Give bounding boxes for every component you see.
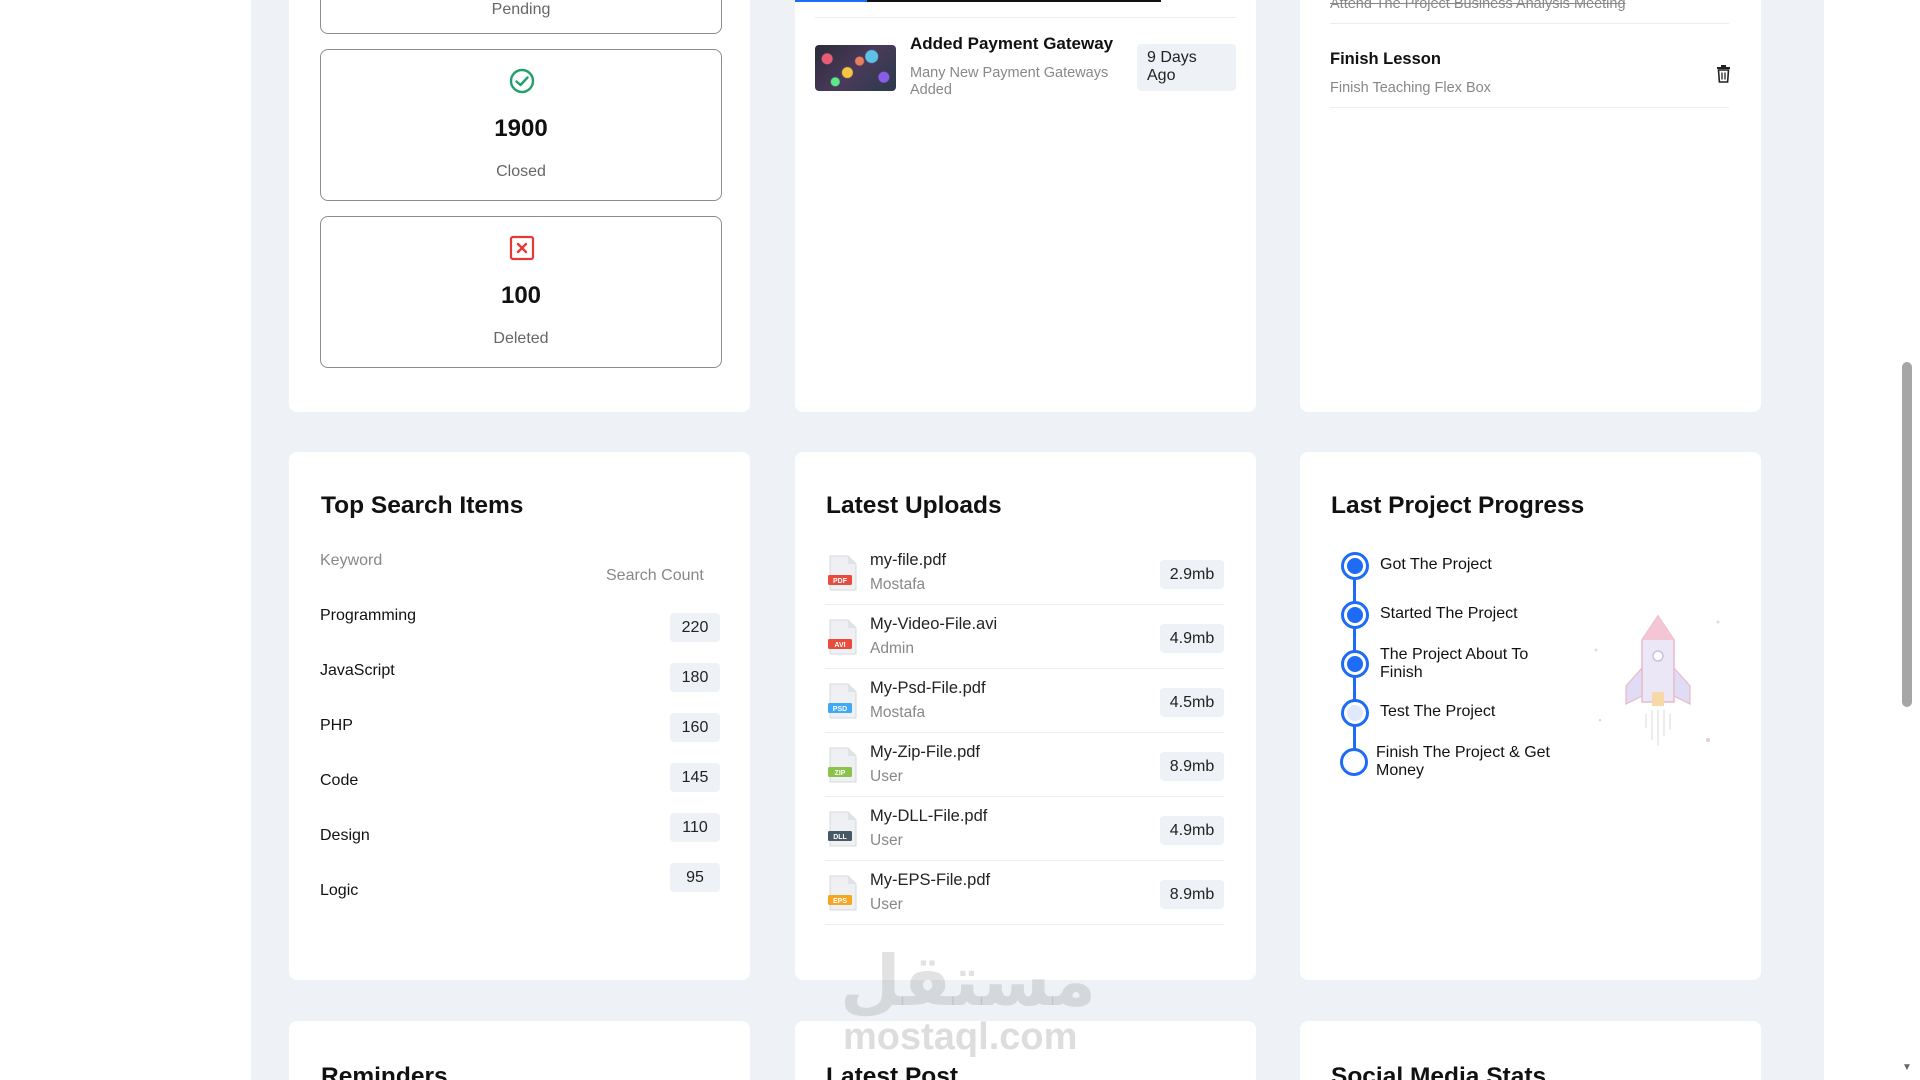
upload-size-badge: 2.9mb <box>1160 560 1224 589</box>
upload-size-badge: 4.5mb <box>1160 688 1224 717</box>
keyword-label: Design <box>320 827 370 844</box>
upload-user: Mostafa <box>870 576 926 593</box>
task-divider-2 <box>1330 107 1729 108</box>
upload-size-badge: 4.9mb <box>1160 816 1224 845</box>
search-count-header: Search Count <box>606 567 704 584</box>
task-title: Finish Lesson <box>1330 50 1441 68</box>
progress-step-label: Started The Project <box>1380 605 1518 622</box>
news-tab-active <box>795 0 867 2</box>
top-search-title: Top Search Items <box>321 492 524 519</box>
upload-size-badge: 4.9mb <box>1160 624 1224 653</box>
upload-user: User <box>870 896 903 913</box>
upload-file-name[interactable]: My-Video-File.avi <box>870 615 997 634</box>
scroll-down-arrow-icon[interactable]: ▼ <box>1902 1062 1912 1073</box>
upload-row[interactable]: ZIP My-Zip-File.pdf User 8.9mb <box>825 733 1224 797</box>
news-title[interactable]: Added Payment Gateway <box>910 34 1113 54</box>
keyword-label: Programming <box>320 607 417 624</box>
news-image <box>815 45 896 91</box>
upload-row[interactable]: PSD My-Psd-File.pdf Mostafa 4.5mb <box>825 669 1224 733</box>
keyword-label: JavaScript <box>320 662 395 679</box>
keyword-count-badge: 160 <box>670 713 720 742</box>
keyword-count-badge: 95 <box>670 863 720 892</box>
progress-step-marker <box>1341 699 1369 727</box>
keyword-label: Code <box>320 772 359 789</box>
upload-user: Mostafa <box>870 704 926 721</box>
svg-text:DLL: DLL <box>833 834 847 841</box>
ticket-deleted-count: 100 <box>500 282 542 309</box>
ticket-deleted-label: Deleted <box>493 330 549 347</box>
upload-size-badge: 8.9mb <box>1160 752 1224 781</box>
latest-post-title: Latest Post <box>826 1063 959 1080</box>
progress-step-label: Finish The Project & Get Money <box>1376 744 1550 779</box>
file-pdf-icon: PDF <box>828 555 857 591</box>
keyword-label: Logic <box>320 882 359 899</box>
project-progress-title: Last Project Progress <box>1331 492 1585 519</box>
upload-user: User <box>870 832 903 849</box>
upload-row[interactable]: EPS My-EPS-File.pdf User 8.9mb <box>825 861 1224 925</box>
upload-row[interactable]: DLL My-DLL-File.pdf User 4.9mb <box>825 797 1224 861</box>
file-dll-icon: DLL <box>828 811 857 847</box>
task-divider-1 <box>1330 23 1729 24</box>
svg-text:PDF: PDF <box>833 578 848 585</box>
progress-step-marker <box>1341 552 1369 580</box>
upload-file-name[interactable]: My-EPS-File.pdf <box>870 871 990 890</box>
progress-step-label: The Project About To Finish <box>1380 646 1529 681</box>
upload-file-name[interactable]: My-Psd-File.pdf <box>870 679 986 698</box>
file-zip-icon: ZIP <box>828 747 857 783</box>
news-divider <box>815 17 1236 18</box>
keyword-count-badge: 110 <box>670 813 720 842</box>
upload-row[interactable]: PDF my-file.pdf Mostafa 2.9mb <box>825 541 1224 605</box>
rocket-illustration <box>1594 614 1720 746</box>
news-date-badge: 9 Days Ago <box>1137 44 1236 91</box>
ticket-closed-label: Closed <box>496 163 546 180</box>
reminders-card: Reminders <box>289 1021 750 1080</box>
upload-file-name[interactable]: my-file.pdf <box>870 551 946 570</box>
ticket-closed-count: 1900 <box>494 115 548 142</box>
task-done-item: Attend The Project Business Analysis Mee… <box>1330 0 1626 12</box>
svg-text:ZIP: ZIP <box>835 770 846 777</box>
keyword-count-badge: 220 <box>670 613 720 642</box>
ticket-pending-box: Pending <box>320 0 722 34</box>
progress-step-label: Got The Project <box>1380 556 1492 573</box>
file-avi-icon: AVI <box>828 619 857 655</box>
social-stats-card: Social Media Stats <box>1300 1021 1761 1080</box>
check-circle-icon <box>509 68 535 94</box>
progress-step-marker <box>1340 748 1368 776</box>
ticket-closed-box: 1900 Closed <box>320 49 722 201</box>
svg-text:PSD: PSD <box>833 706 847 713</box>
latest-uploads-title: Latest Uploads <box>826 492 1002 519</box>
trash-icon[interactable] <box>1716 65 1731 83</box>
upload-user: Admin <box>870 640 914 657</box>
watermark-arabic: مستقل <box>840 940 1097 1022</box>
reminders-title: Reminders <box>321 1063 448 1080</box>
upload-size-badge: 8.9mb <box>1160 880 1224 909</box>
social-stats-title: Social Media Stats <box>1331 1063 1547 1080</box>
task-description: Finish Teaching Flex Box <box>1330 80 1491 96</box>
file-eps-icon: EPS <box>828 875 857 911</box>
scrollbar-thumb[interactable] <box>1902 362 1912 707</box>
svg-text:EPS: EPS <box>833 898 847 905</box>
ticket-deleted-box: 100 Deleted <box>320 216 722 368</box>
progress-step-label: Test The Project <box>1380 703 1496 720</box>
keyword-label: PHP <box>320 717 353 734</box>
news-description: Many New Payment Gateways Added <box>910 65 1109 98</box>
upload-user: User <box>870 768 903 785</box>
progress-step-marker <box>1341 650 1369 678</box>
close-box-icon <box>509 235 535 261</box>
progress-step-marker <box>1341 601 1369 629</box>
upload-file-name[interactable]: My-DLL-File.pdf <box>870 807 987 826</box>
file-psd-icon: PSD <box>828 683 857 719</box>
ticket-pending-label: Pending <box>491 1 551 18</box>
svg-text:AVI: AVI <box>834 642 845 649</box>
keyword-header: Keyword <box>320 552 383 569</box>
upload-file-name[interactable]: My-Zip-File.pdf <box>870 743 980 762</box>
watermark-latin: mostaql.com <box>843 1016 1078 1058</box>
keyword-count-badge: 180 <box>670 663 720 692</box>
keyword-count-badge: 145 <box>670 763 720 792</box>
upload-row[interactable]: AVI My-Video-File.avi Admin 4.9mb <box>825 605 1224 669</box>
